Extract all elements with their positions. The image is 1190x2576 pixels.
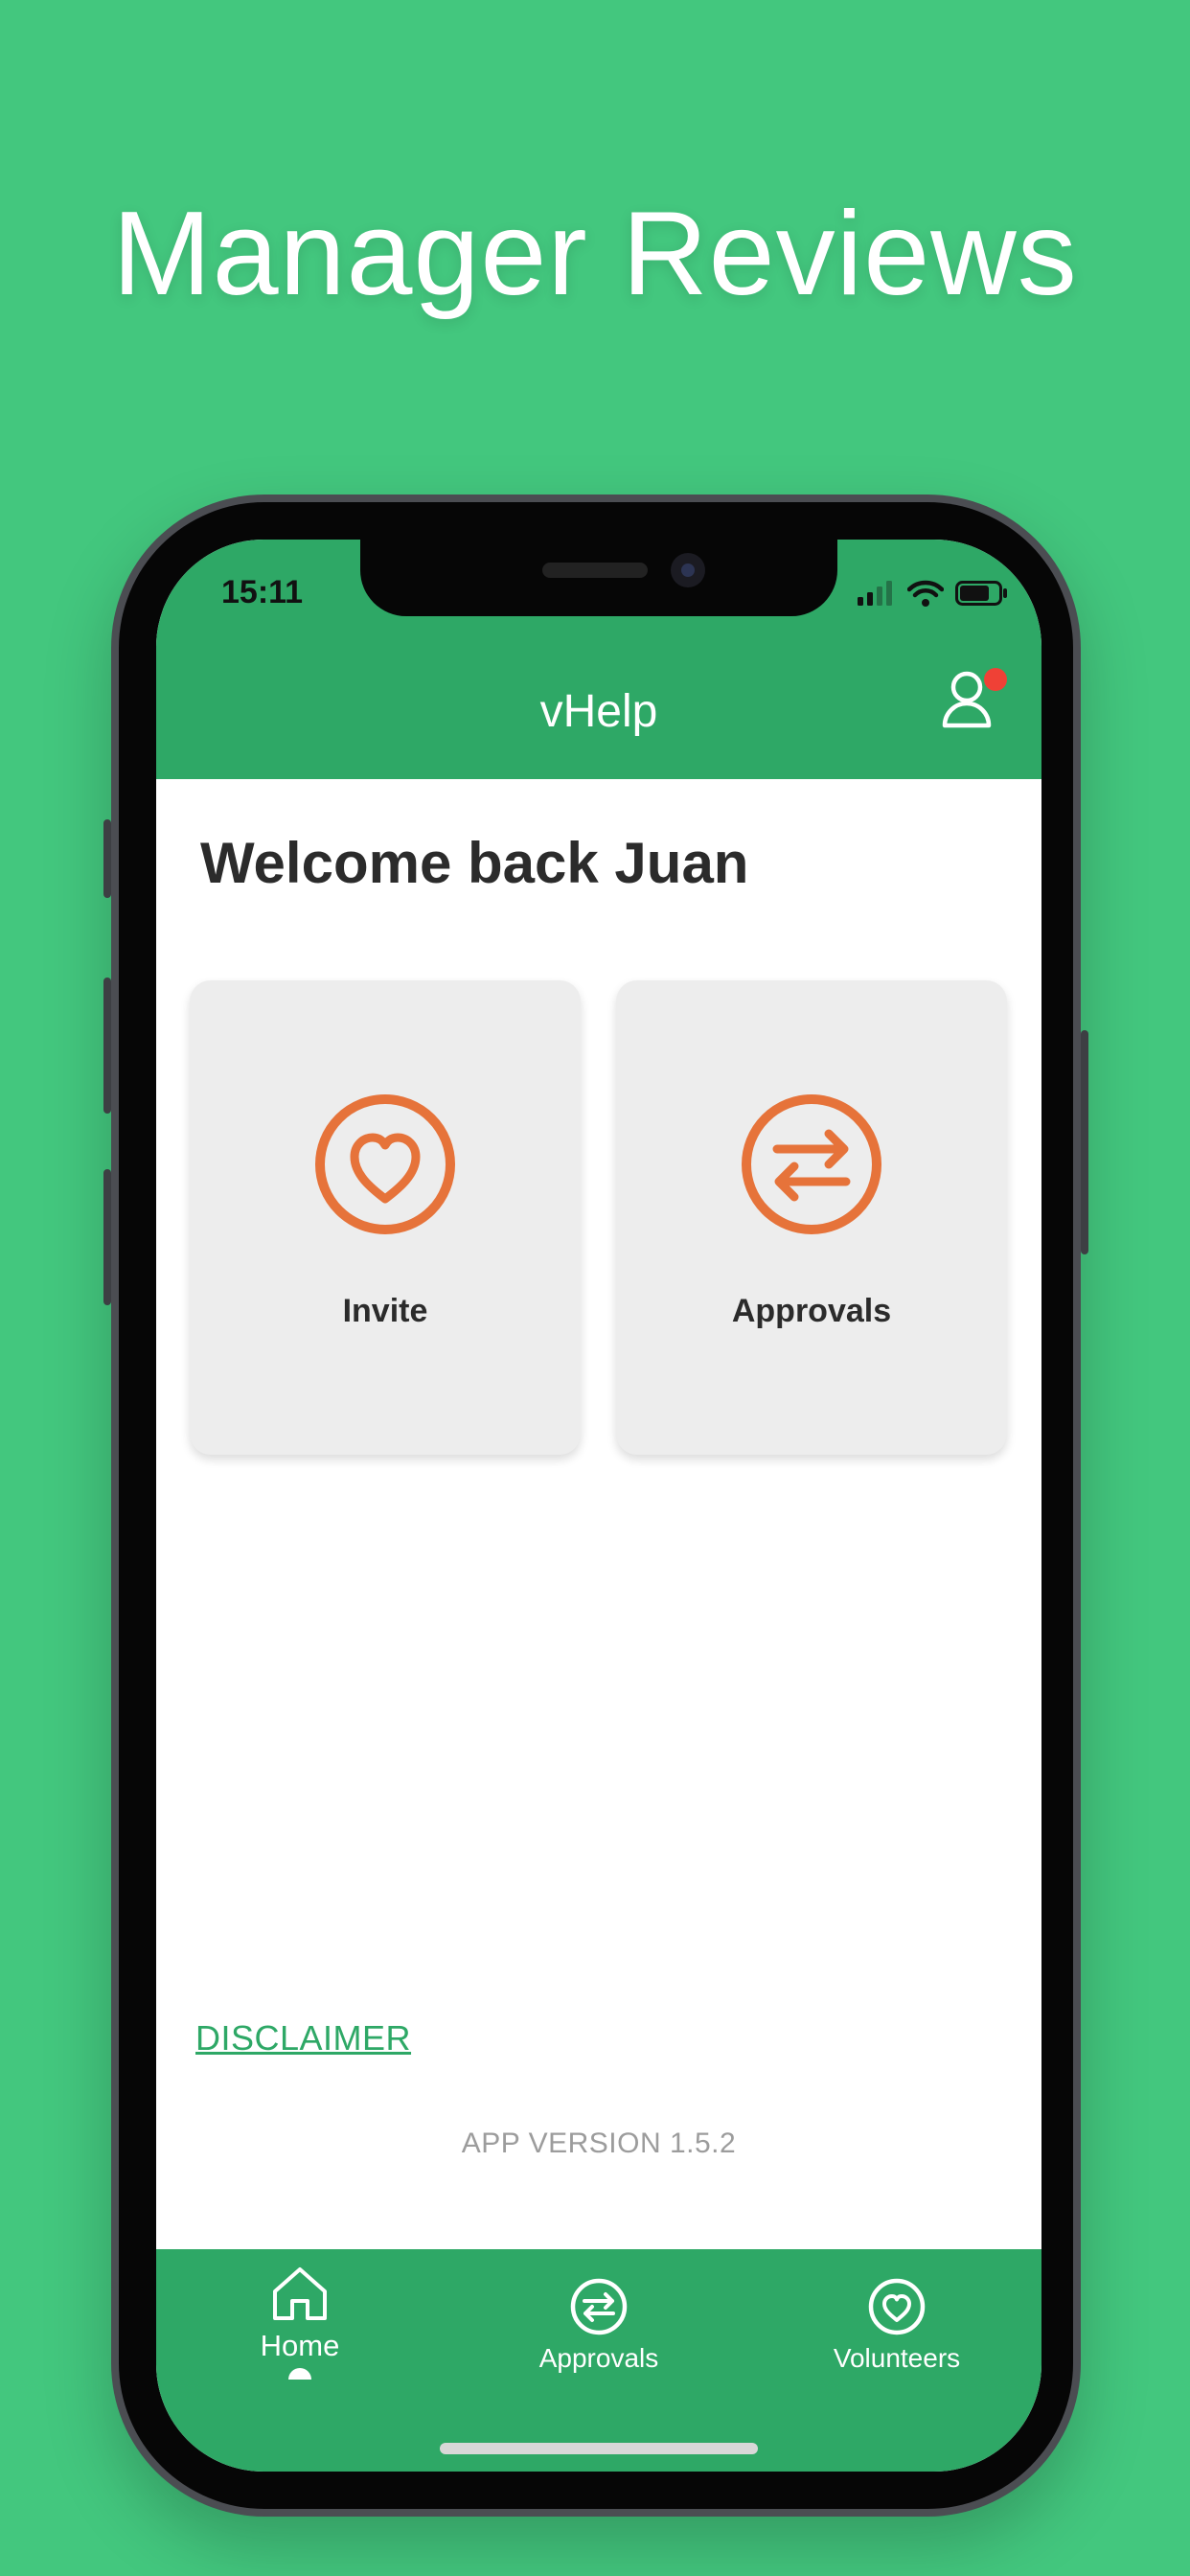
home-indicator[interactable] xyxy=(440,2443,758,2454)
phone-speaker xyxy=(542,563,648,578)
status-time: 15:11 xyxy=(221,574,304,610)
tab-approvals-label: Approvals xyxy=(538,2343,659,2373)
front-camera xyxy=(671,553,705,587)
phone-screen: 15:11 vHelp Welcome back Juan Invite App… xyxy=(156,540,1041,2472)
notification-badge xyxy=(984,668,1007,691)
invite-card-label: Invite xyxy=(342,1293,428,1329)
heart-icon xyxy=(315,1094,455,1234)
phone-volume-down xyxy=(103,1169,111,1305)
phone-notch xyxy=(360,540,837,616)
active-tab-indicator xyxy=(288,2368,311,2380)
status-icons xyxy=(858,580,1009,607)
page-headline: Manager Reviews xyxy=(112,188,1078,320)
tab-home[interactable]: Home xyxy=(156,2249,444,2441)
phone-volume-up xyxy=(103,978,111,1114)
phone-silent-switch xyxy=(103,819,111,898)
tab-volunteers-label: Volunteers xyxy=(833,2343,961,2373)
tab-approvals[interactable]: Approvals xyxy=(455,2249,743,2441)
tab-home-label: Home xyxy=(260,2329,340,2362)
swap-arrows-icon xyxy=(570,2278,628,2335)
tab-volunteers[interactable]: Volunteers xyxy=(753,2249,1041,2441)
heart-icon xyxy=(868,2278,926,2335)
wifi-icon xyxy=(907,580,944,607)
bottom-tab-bar: Home Approvals Volunteers xyxy=(156,2249,1041,2472)
phone-power-button xyxy=(1081,1030,1088,1254)
approvals-card[interactable]: Approvals xyxy=(616,980,1007,1455)
battery-icon xyxy=(955,581,1007,606)
welcome-heading: Welcome back Juan xyxy=(200,831,749,895)
app-title: vHelp xyxy=(539,686,658,737)
home-icon xyxy=(273,2267,327,2320)
invite-card[interactable]: Invite xyxy=(190,980,581,1455)
signal-icon xyxy=(858,581,892,606)
approvals-card-label: Approvals xyxy=(731,1293,892,1329)
disclaimer-link[interactable]: DISCLAIMER xyxy=(195,2018,411,2058)
swap-arrows-icon xyxy=(742,1094,881,1234)
app-version: APP VERSION 1.5.2 xyxy=(461,2128,737,2159)
